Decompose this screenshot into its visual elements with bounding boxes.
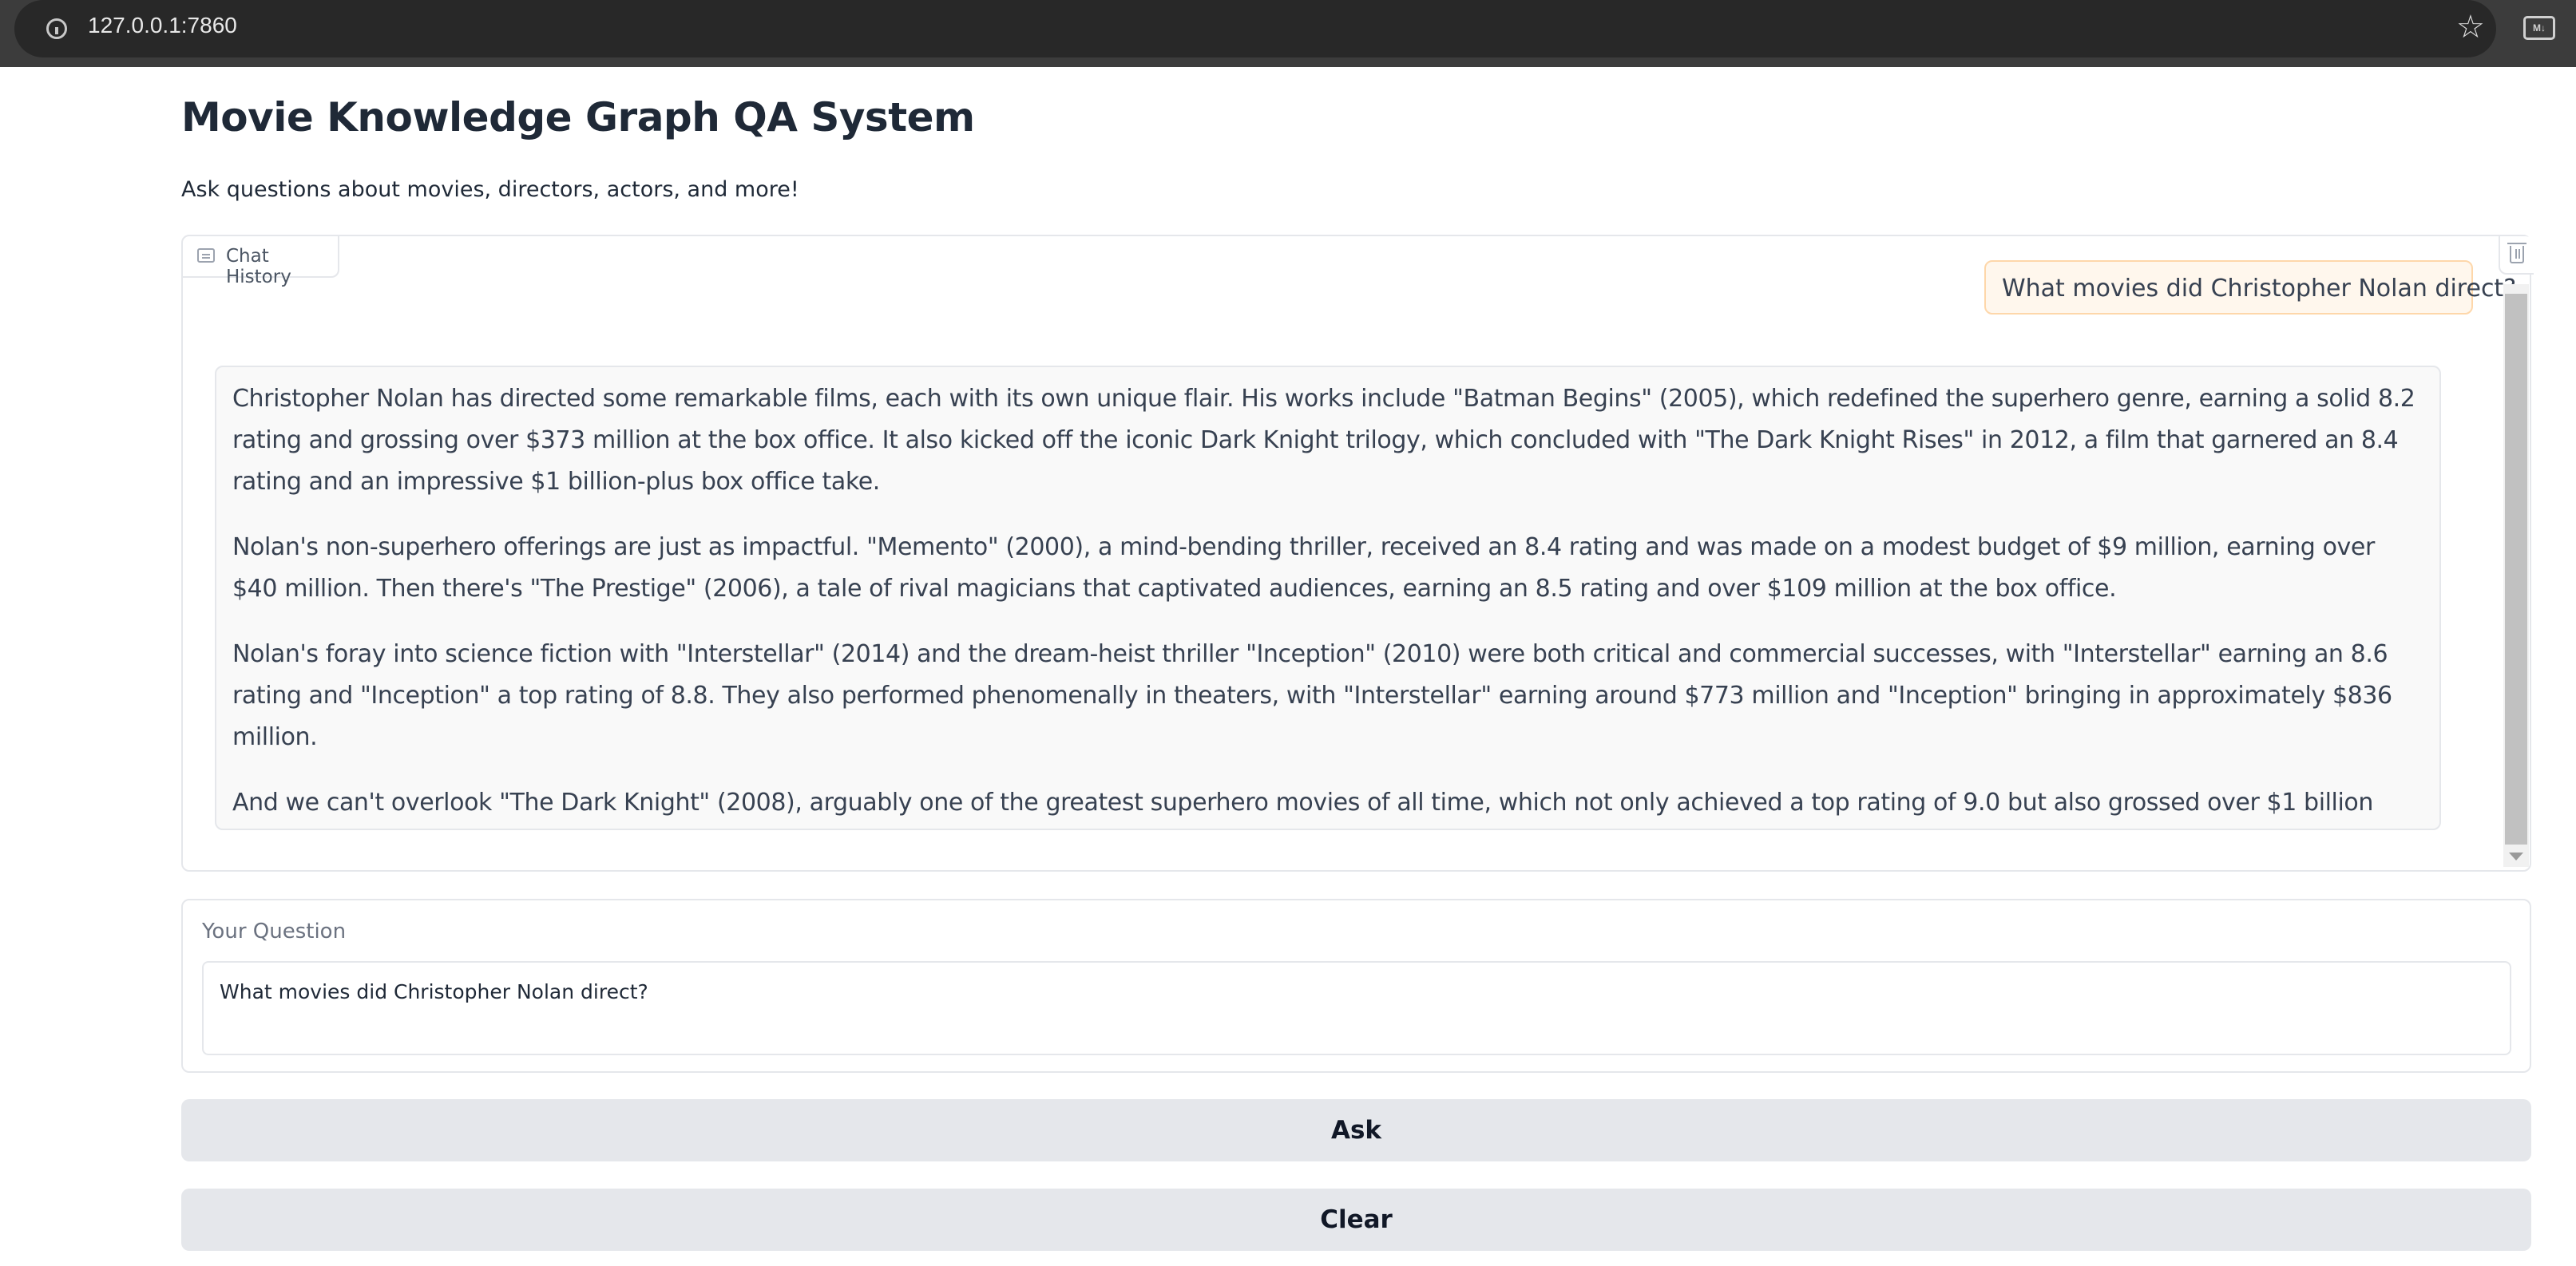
address-bar[interactable]: 127.0.0.1:7860 ☆: [14, 0, 2496, 57]
chatbot-panel: Chat History What movies did Christopher…: [181, 235, 2534, 872]
page-title: Movie Knowledge Graph QA System: [181, 94, 975, 140]
bot-message-paragraph: Nolan's non-superhero offerings are just…: [232, 533, 2375, 603]
bot-message-paragraph: And we can't overlook "The Dark Knight" …: [232, 789, 2374, 817]
page-subtitle: Ask questions about movies, directors, a…: [181, 177, 799, 202]
bot-message: Christopher Nolan has directed some rema…: [215, 366, 2441, 830]
info-icon[interactable]: [46, 18, 67, 39]
bookmark-star-icon[interactable]: ☆: [2456, 11, 2485, 43]
browser-toolbar: 127.0.0.1:7860 ☆ M↓: [0, 0, 2576, 67]
chat-history-label-text: Chat History: [226, 246, 291, 287]
clear-button[interactable]: Clear: [181, 1189, 2531, 1251]
url-text[interactable]: 127.0.0.1:7860: [88, 13, 237, 38]
markdown-extension-icon[interactable]: M↓: [2523, 16, 2555, 40]
user-message: What movies did Christopher Nolan direct…: [1984, 260, 2516, 315]
scroll-down-arrow-icon[interactable]: [2509, 853, 2523, 860]
chat-history-label: Chat History: [183, 236, 339, 287]
question-label: Your Question: [202, 920, 347, 944]
chat-icon: [197, 248, 215, 263]
trash-icon: [2507, 243, 2526, 263]
chat-scrollbar-thumb[interactable]: [2505, 294, 2527, 845]
ask-button[interactable]: Ask: [181, 1099, 2531, 1161]
clear-chat-button[interactable]: [2499, 236, 2534, 275]
bot-message-paragraph: Nolan's foray into science fiction with …: [232, 640, 2392, 751]
question-input[interactable]: What movies did Christopher Nolan direct…: [202, 961, 2511, 1055]
bot-message-paragraph: Christopher Nolan has directed some rema…: [232, 385, 2415, 496]
question-panel: Your Question What movies did Christophe…: [181, 899, 2531, 1073]
